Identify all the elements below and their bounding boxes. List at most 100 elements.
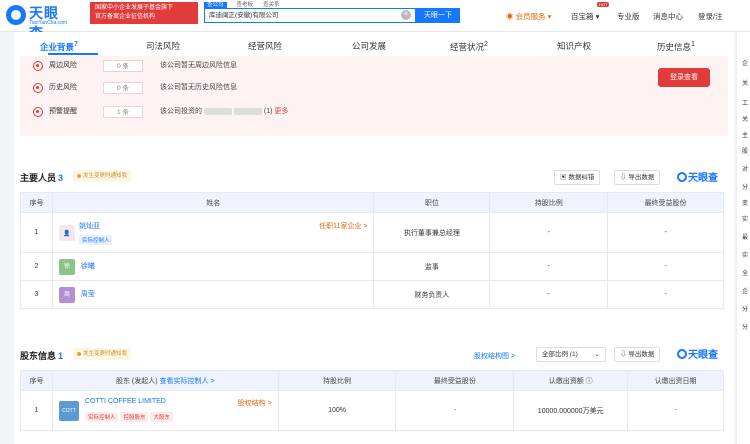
message-center-link[interactable]: 消息中心 <box>653 11 683 22</box>
login-link[interactable]: 登录/注 <box>698 11 723 22</box>
side-nav-item[interactable]: 企 <box>742 58 748 67</box>
blurred-text <box>233 107 262 115</box>
side-nav-item[interactable]: 最 <box>742 232 748 241</box>
side-nav-item[interactable]: 关 <box>742 114 748 123</box>
benefit-cell: - <box>607 280 724 309</box>
col-header: 认缴出资额 ⓘ <box>513 370 629 391</box>
col-header: 持股比例 <box>489 192 609 213</box>
table-header-row: 序号 股东 (发起人) 查看实际控制人 > 持股比例 最终受益股份 认缴出资额 … <box>20 370 724 391</box>
brand-text: 天眼查 <box>688 173 718 184</box>
side-nav-item[interactable]: 实 <box>742 214 748 223</box>
side-nav-item[interactable]: 分 <box>742 182 748 191</box>
side-nav-item[interactable]: 主 <box>742 130 748 139</box>
tab-company-development[interactable]: 公司发展 <box>352 40 386 52</box>
risk-text-prefix: 该公司投资的 <box>160 108 202 115</box>
side-nav-item[interactable]: 实 <box>742 250 748 259</box>
tab-intellectual-property[interactable]: 知识产权 <box>557 40 591 52</box>
treasure-box-link[interactable]: 百宝箱 ▾ <box>571 11 599 22</box>
tab-business-risk[interactable]: 经营风险 <box>248 40 282 52</box>
position-cell: 监事 <box>373 252 491 281</box>
shareholder-avatar: COTT <box>58 400 79 421</box>
side-nav-item[interactable]: 变 <box>742 198 748 207</box>
search-type-tabs: 查公司 查老板 查关系 <box>204 0 290 8</box>
button-label: 导出数据 <box>628 174 655 181</box>
row-index: 1 <box>20 390 53 431</box>
tab-judicial-risk[interactable]: 司法风险 <box>146 40 180 52</box>
side-nav-item[interactable]: 企 <box>742 286 748 295</box>
tab-company-background[interactable]: 企业背景7 <box>40 40 78 53</box>
shareholder-name-link[interactable]: COTTI COFFEE LIMITED <box>85 398 166 405</box>
logo[interactable]: 天眼查 TianYanCha.com <box>6 3 68 41</box>
brand-watermark: 天眼查 <box>677 169 718 184</box>
clear-icon[interactable]: × <box>401 10 411 20</box>
col-header: 认缴出资日期 <box>627 370 724 391</box>
side-nav-item[interactable]: 关 <box>742 78 748 87</box>
logo-subtitle: TianYanCha.com <box>29 20 68 26</box>
tab-label: 经营状况 <box>450 41 485 52</box>
warning-icon <box>33 83 43 93</box>
risk-count[interactable]: 0 条 <box>103 82 143 94</box>
benefit-cell: - <box>607 252 724 281</box>
equity-structure-row-link[interactable]: 股权结构 > <box>238 398 272 408</box>
side-nav-item[interactable]: 全 <box>742 268 748 277</box>
side-nav-item[interactable]: 分 <box>742 304 748 313</box>
person-name-link[interactable]: 徐曦 <box>81 263 95 270</box>
col-header: 最终受益股份 <box>395 370 515 391</box>
person-name-link[interactable]: 周莹 <box>81 291 95 298</box>
risk-row-history: 历史风险 0 条 该公司暂无历史风险信息 <box>33 81 373 95</box>
logo-icon <box>6 5 26 25</box>
person-avatar: 周 <box>58 286 75 303</box>
tab-operating-status[interactable]: 经营状况2 <box>450 40 488 53</box>
export-data-button[interactable]: ⇩ 导出数据 <box>614 347 661 362</box>
brand-icon <box>677 172 687 182</box>
side-nav-item[interactable]: 工 <box>742 98 748 107</box>
search-button[interactable]: 天眼一下 <box>416 8 460 23</box>
equity-structure-link[interactable]: 股权结构图 > <box>474 351 515 361</box>
notify-change-chip[interactable]: 发生变更时通知我 <box>73 170 132 182</box>
promo-line1: 国家中小企业发展子基金旗下 <box>95 5 174 11</box>
active-tab-indicator <box>48 53 98 55</box>
positions-count-link[interactable]: 任职11家企业 > <box>319 221 367 231</box>
person-cell: 👤 姚灿亚 实际控制人 任职11家企业 > <box>51 212 375 253</box>
person-avatar: 👤 <box>58 224 75 241</box>
col-header: 姓名 <box>51 192 375 213</box>
risk-count[interactable]: 0 条 <box>103 60 143 72</box>
view-controller-link[interactable]: 查看实际控制人 > <box>160 378 215 385</box>
side-nav-item[interactable]: 对 <box>742 164 748 173</box>
pro-version-link[interactable]: 专业版 <box>617 11 640 22</box>
tab-history[interactable]: 历史信息1 <box>657 40 695 53</box>
share-cell: - <box>489 212 609 253</box>
risk-count[interactable]: 1 条 <box>103 106 143 118</box>
person-name-link[interactable]: 姚灿亚 <box>79 221 100 231</box>
share-cell: 100% <box>277 390 397 431</box>
benefit-cell: - <box>395 390 515 431</box>
tab-label: 企业背景 <box>40 41 75 52</box>
shareholder-tags: 实际控制人 控股股东 大股东 <box>84 412 175 422</box>
personnel-table: 序号 姓名 职位 持股比例 最终受益股份 1 👤 姚灿亚 实际控制人 任职11家… <box>20 192 724 309</box>
ratio-select[interactable]: 全部比例 (1) ⌄ <box>536 347 606 362</box>
risk-row-surrounding: 周边风险 0 条 该公司暂无周边风险信息 <box>33 59 373 73</box>
risk-label: 预警提醒 <box>49 108 77 115</box>
side-nav-item[interactable]: 分 <box>742 322 748 331</box>
shareholder-section-title: 股东信息 1 <box>20 349 63 362</box>
notify-change-chip[interactable]: 发生变更时通知我 <box>73 348 132 360</box>
tab-count: 7 <box>74 40 78 48</box>
export-data-button[interactable]: ⇩ 导出数据 <box>614 170 661 185</box>
more-link[interactable]: 更多 <box>274 108 288 115</box>
tab-label: 历史信息 <box>657 41 692 52</box>
login-view-button[interactable]: 登录查看 <box>658 68 710 87</box>
treasure-label: 百宝箱 <box>571 12 594 21</box>
blurred-text <box>203 107 232 115</box>
personnel-section-title: 主要人员 3 <box>20 171 63 184</box>
section-title-text: 主要人员 <box>20 173 57 183</box>
risk-panel: 周边风险 0 条 该公司暂无周边风险信息 历史风险 0 条 该公司暂无历史风险信… <box>20 56 728 136</box>
person-cell: 周 周莹 <box>51 280 375 309</box>
promo-banner[interactable]: 国家中小企业发展子基金旗下 官方备案企业征信机构 <box>90 2 198 24</box>
actual-controller-tag: 实际控制人 <box>78 235 113 245</box>
search-input[interactable]: 库迪闽正(安徽)有限公司 <box>204 8 416 23</box>
data-correction-button[interactable]: ▣ 数据纠错 <box>554 170 601 185</box>
side-nav-item[interactable]: 股 <box>742 146 748 155</box>
vip-service-link[interactable]: ◉ 会员服务 ▾ <box>506 11 551 22</box>
table-row: 1 👤 姚灿亚 实际控制人 任职11家企业 > 执行董事兼总经理 - - <box>20 212 724 253</box>
risk-text: 该公司暂无历史风险信息 <box>160 84 237 91</box>
